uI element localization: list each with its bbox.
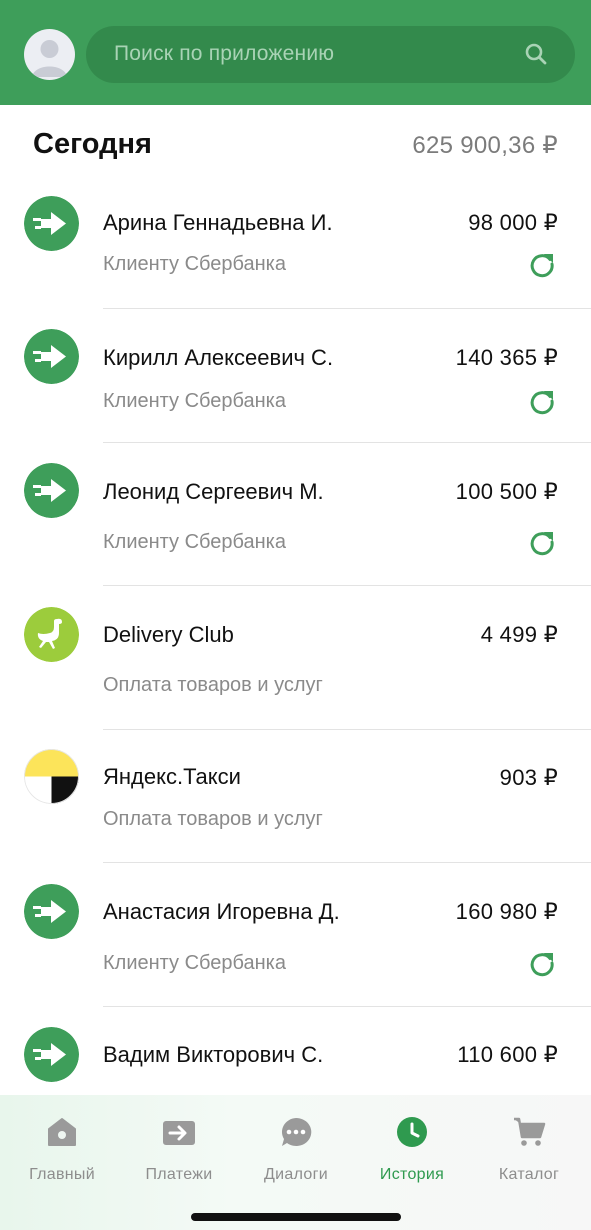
transfer-arrow-icon (24, 329, 79, 384)
search-placeholder: Поиск по приложению (114, 42, 335, 65)
home-indicator (191, 1213, 401, 1221)
nav-item-home[interactable]: Главный (3, 1095, 121, 1205)
transaction-name: Яндекс.Такси (103, 764, 241, 789)
transaction-subtitle: Клиенту Сбербанка (103, 390, 286, 412)
transaction-name: Delivery Club (103, 622, 234, 647)
transaction-subtitle: Оплата товаров и услуг (103, 674, 323, 696)
search-input[interactable]: Поиск по приложению (86, 26, 575, 83)
cart-icon (512, 1115, 546, 1149)
nav-label: История (379, 1166, 445, 1183)
transaction-name: Арина Геннадьевна И. (103, 210, 333, 235)
dialogs-icon (279, 1115, 313, 1149)
transaction-name: Вадим Викторович С. (103, 1042, 324, 1067)
repeat-icon[interactable] (528, 387, 556, 415)
nav-label: Главный (29, 1166, 95, 1183)
transfer-arrow-icon (24, 884, 79, 939)
transaction-subtitle: Клиенту Сбербанка (103, 531, 286, 553)
transaction-amount: 903 ₽ (499, 765, 558, 790)
transfer-arrow-icon (24, 463, 79, 518)
home-icon (45, 1115, 79, 1149)
repeat-icon[interactable] (528, 528, 556, 556)
section-total: 625 900,36 ₽ (412, 132, 558, 159)
transaction-subtitle: Клиенту Сбербанка (103, 952, 286, 974)
user-avatar-icon[interactable] (24, 29, 75, 80)
history-clock-icon (395, 1115, 429, 1149)
transaction-amount: 110 600 ₽ (457, 1042, 558, 1067)
section-title: Сегодня (33, 128, 152, 160)
transaction-amount: 140 365 ₽ (455, 345, 558, 370)
nav-item-payments[interactable]: Платежи (120, 1095, 238, 1205)
transaction-amount: 100 500 ₽ (455, 479, 558, 504)
delivery-club-logo-icon (24, 607, 79, 662)
nav-item-dialogs[interactable]: Диалоги (237, 1095, 355, 1205)
nav-label: Платежи (145, 1166, 213, 1183)
app-header: Поиск по приложению (0, 0, 591, 105)
transaction-subtitle: Клиенту Сбербанка (103, 253, 286, 275)
nav-item-history[interactable]: История (353, 1095, 471, 1205)
bottom-navigation: Главный Платежи Диалоги История Каталог (0, 1095, 591, 1230)
transaction-name: Леонид Сергеевич М. (103, 479, 324, 504)
repeat-icon[interactable] (528, 949, 556, 977)
nav-item-catalog[interactable]: Каталог (470, 1095, 588, 1205)
row-divider (103, 442, 591, 443)
transaction-amount: 98 000 ₽ (468, 210, 558, 235)
yandex-taxi-logo-icon (24, 749, 79, 804)
transaction-amount: 4 499 ₽ (480, 622, 558, 647)
row-divider (103, 862, 591, 863)
payments-icon (162, 1115, 196, 1149)
nav-label: Диалоги (264, 1166, 328, 1183)
row-divider (103, 308, 591, 309)
nav-label: Каталог (498, 1166, 560, 1183)
search-icon[interactable] (524, 42, 548, 71)
row-divider (103, 1006, 591, 1007)
transfer-arrow-icon (24, 196, 79, 251)
transfer-arrow-icon (24, 1027, 79, 1082)
repeat-icon[interactable] (528, 250, 556, 278)
transaction-subtitle: Оплата товаров и услуг (103, 808, 323, 830)
transaction-name: Анастасия Игоревна Д. (103, 899, 340, 924)
row-divider (103, 585, 591, 586)
transaction-amount: 160 980 ₽ (455, 899, 558, 924)
row-divider (103, 729, 591, 730)
transaction-name: Кирилл Алексеевич С. (103, 345, 334, 370)
